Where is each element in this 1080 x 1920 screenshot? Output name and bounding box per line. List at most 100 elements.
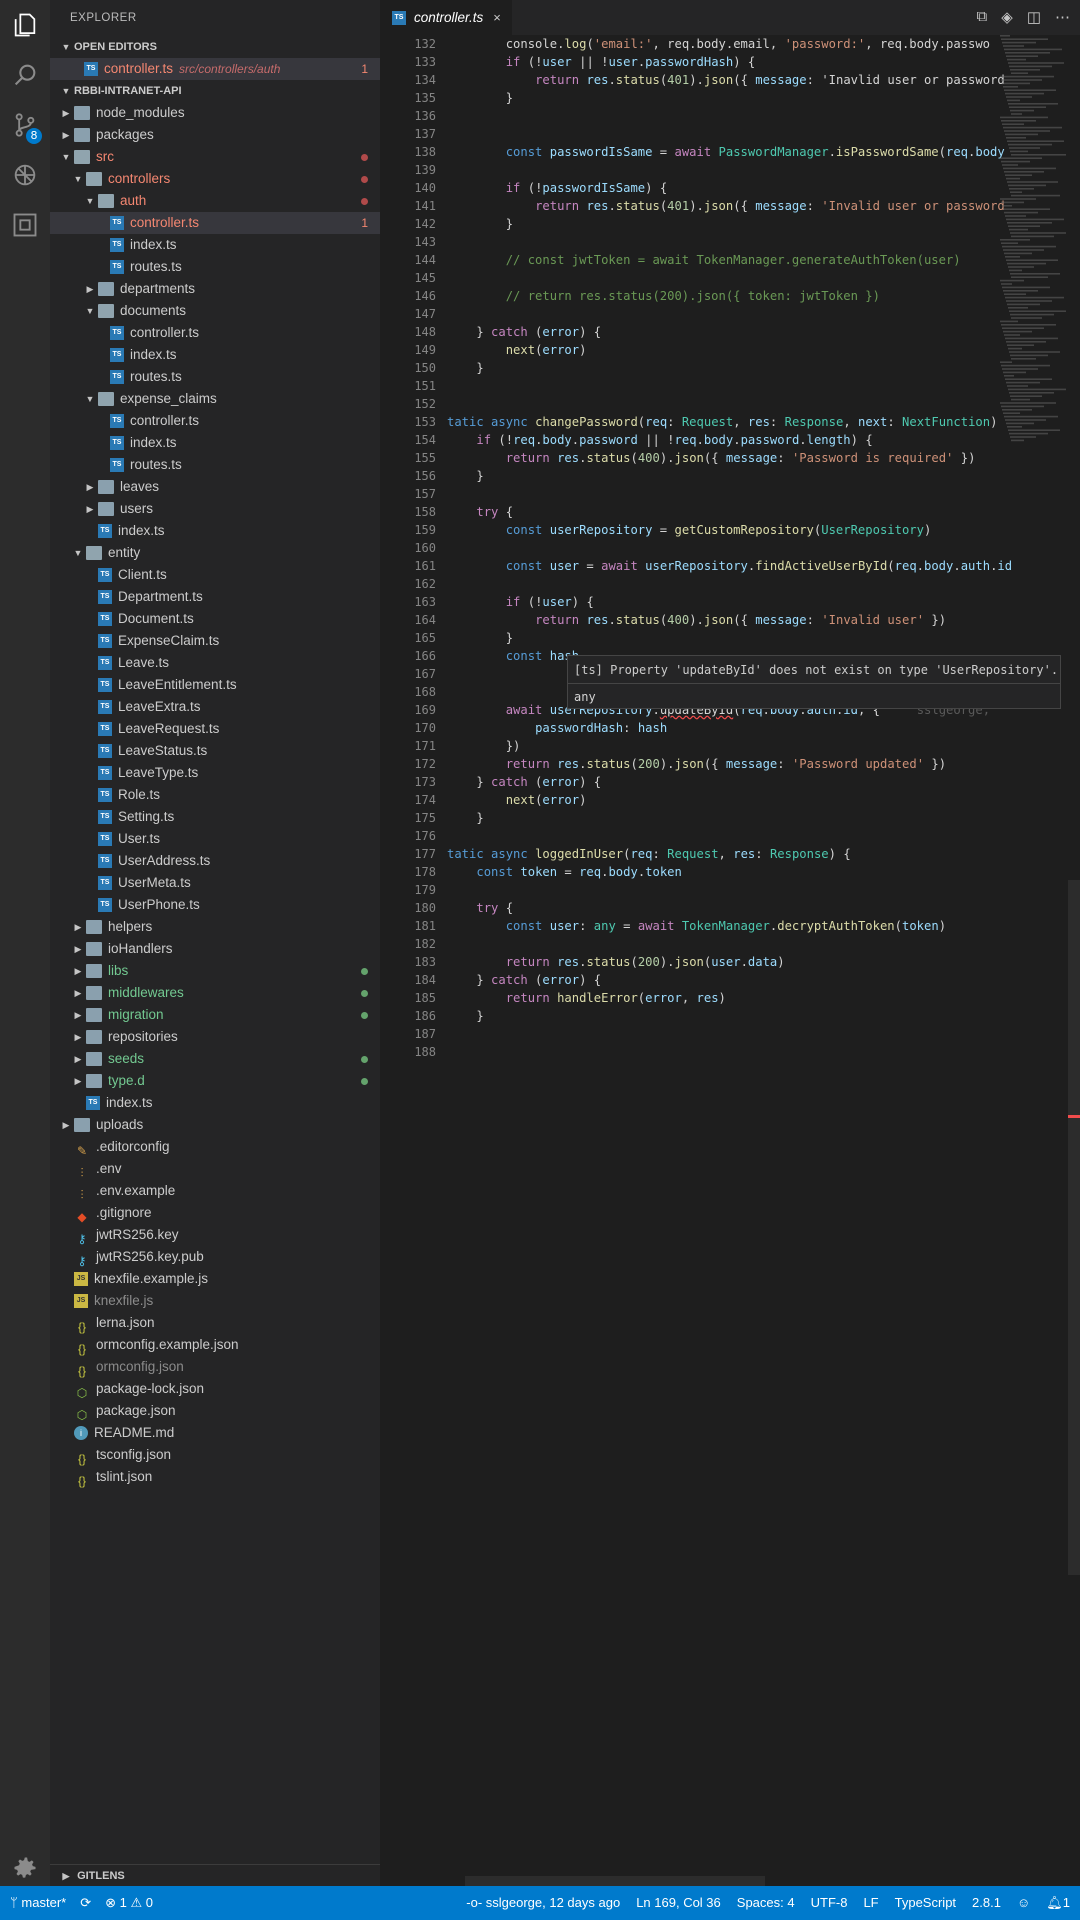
folder-item[interactable]: ▶ packages — [50, 124, 380, 146]
folder-item[interactable]: ▶ helpers — [50, 916, 380, 938]
files-icon[interactable] — [0, 0, 50, 50]
file-item[interactable]: TS LeaveRequest.ts — [50, 718, 380, 740]
folder-item[interactable]: ▶ seeds — [50, 1048, 380, 1070]
file-item[interactable]: TS routes.ts — [50, 454, 380, 476]
file-item[interactable]: ◆ .gitignore — [50, 1202, 380, 1224]
code-line[interactable]: tatic async changePassword(req: Request,… — [447, 413, 1067, 431]
file-item[interactable]: TS index.ts — [50, 1092, 380, 1114]
file-item[interactable]: {} ormconfig.example.json — [50, 1334, 380, 1356]
code-line[interactable]: return res.status(400).json({ message: '… — [447, 611, 1067, 629]
code-line[interactable]: console.log('email:', req.body.email, 'p… — [447, 35, 1067, 53]
notifications[interactable]: 🔔︎1 — [1046, 1895, 1070, 1911]
branch-indicator[interactable]: ᛘ master* — [10, 1895, 66, 1911]
file-item[interactable]: JS knexfile.js — [50, 1290, 380, 1312]
folder-item[interactable]: ▶ type.d — [50, 1070, 380, 1092]
code-line[interactable] — [447, 1043, 1067, 1061]
code-line[interactable] — [447, 305, 1067, 323]
file-item[interactable]: TS routes.ts — [50, 256, 380, 278]
folder-item[interactable]: ▼ controllers — [50, 168, 380, 190]
folder-item[interactable]: ▼ src — [50, 146, 380, 168]
folder-item[interactable]: ▶ middlewares — [50, 982, 380, 1004]
gitlens-header[interactable]: ▶ GITLENS — [50, 1864, 380, 1886]
code-line[interactable]: if (!user) { — [447, 593, 1067, 611]
smiley-feedback-icon[interactable]: ☺ — [1017, 1895, 1030, 1911]
file-item[interactable]: TS UserMeta.ts — [50, 872, 380, 894]
folder-item[interactable]: ▶ repositories — [50, 1026, 380, 1048]
code-line[interactable]: } — [447, 629, 1067, 647]
file-item[interactable]: i README.md — [50, 1422, 380, 1444]
file-item[interactable]: ⬡ package.json — [50, 1400, 380, 1422]
code-line[interactable] — [447, 233, 1067, 251]
code-line[interactable]: const user = await userRepository. findAc… — [447, 557, 1067, 575]
code-line[interactable] — [447, 1025, 1067, 1043]
debug-icon[interactable] — [0, 150, 50, 200]
file-item[interactable]: ⚷ jwtRS256.key.pub — [50, 1246, 380, 1268]
code-line[interactable]: } catch (error) { — [447, 773, 1067, 791]
cursor-position[interactable]: Ln 169, Col 36 — [636, 1895, 721, 1911]
code-line[interactable]: // const jwtToken = await TokenManager.g… — [447, 251, 1067, 269]
file-item[interactable]: {} tslint.json — [50, 1466, 380, 1488]
horizontal-scrollbar[interactable] — [465, 1876, 765, 1886]
file-item[interactable]: TS index.ts — [50, 234, 380, 256]
language-mode[interactable]: TypeScript — [895, 1895, 956, 1911]
code-line[interactable]: next(error) — [447, 341, 1067, 359]
minimap[interactable] — [998, 35, 1068, 455]
file-item[interactable]: TS controller.ts — [50, 322, 380, 344]
code-line[interactable]: try { — [447, 899, 1067, 917]
indentation[interactable]: Spaces: 4 — [737, 1895, 795, 1911]
file-item[interactable]: TS LeaveEntitlement.ts — [50, 674, 380, 696]
code-area[interactable]: console.log('email:', req.body.email, 'p… — [447, 35, 1067, 1061]
vertical-scrollbar[interactable] — [1068, 880, 1080, 1575]
folder-item[interactable]: ▼ entity — [50, 542, 380, 564]
code-line[interactable]: } — [447, 359, 1067, 377]
split-editor-icon[interactable]: ◫ — [1027, 8, 1041, 26]
file-item[interactable]: TS LeaveExtra.ts — [50, 696, 380, 718]
file-item[interactable]: TS Setting.ts — [50, 806, 380, 828]
tab-controller-ts[interactable]: TS controller.ts × — [380, 0, 512, 35]
file-item[interactable]: TS Role.ts — [50, 784, 380, 806]
code-line[interactable] — [447, 395, 1067, 413]
file-item[interactable]: TS routes.ts — [50, 366, 380, 388]
code-line[interactable]: return res.status(401).json({ message: '… — [447, 71, 1067, 89]
code-line[interactable]: } — [447, 467, 1067, 485]
code-line[interactable] — [447, 539, 1067, 557]
folder-item[interactable]: ▶ libs — [50, 960, 380, 982]
folder-item[interactable]: ▶ leaves — [50, 476, 380, 498]
more-actions-icon[interactable]: ⋯ — [1055, 8, 1070, 26]
code-line[interactable]: } — [447, 809, 1067, 827]
file-item[interactable]: TS LeaveStatus.ts — [50, 740, 380, 762]
folder-item[interactable]: ▶ migration — [50, 1004, 380, 1026]
code-line[interactable]: } — [447, 1007, 1067, 1025]
file-item[interactable]: {} ormconfig.json — [50, 1356, 380, 1378]
file-item[interactable]: TS User.ts — [50, 828, 380, 850]
file-item[interactable]: TS LeaveType.ts — [50, 762, 380, 784]
code-line[interactable]: if (!user || !user.passwordHash) { — [447, 53, 1067, 71]
code-line[interactable]: const userRepository = getCustomReposito… — [447, 521, 1067, 539]
extensions-icon[interactable] — [0, 200, 50, 250]
code-line[interactable] — [447, 269, 1067, 287]
code-line[interactable] — [447, 377, 1067, 395]
folder-item[interactable]: ▼ expense_claims — [50, 388, 380, 410]
search-icon[interactable] — [0, 50, 50, 100]
code-line[interactable]: if (!passwordIsSame) { — [447, 179, 1067, 197]
folder-item[interactable]: ▶ departments — [50, 278, 380, 300]
code-line[interactable] — [447, 107, 1067, 125]
file-item[interactable]: ⫶ .env — [50, 1158, 380, 1180]
encoding[interactable]: UTF-8 — [811, 1895, 848, 1911]
folder-item[interactable]: ▶ node_modules — [50, 102, 380, 124]
file-item[interactable]: ⫶ .env.example — [50, 1180, 380, 1202]
code-line[interactable]: }) — [447, 737, 1067, 755]
open-editor-item[interactable]: TS controller.ts src/controllers/auth 1 — [50, 58, 380, 80]
file-item[interactable]: ✎ .editorconfig — [50, 1136, 380, 1158]
code-line[interactable]: return res.status(200).json({ message: '… — [447, 755, 1067, 773]
code-line[interactable] — [447, 827, 1067, 845]
file-item[interactable]: TS UserAddress.ts — [50, 850, 380, 872]
code-line[interactable] — [447, 125, 1067, 143]
code-line[interactable]: tatic async loggedInUser(req: Request, r… — [447, 845, 1067, 863]
code-line[interactable]: // return res.status(200).json({ token: … — [447, 287, 1067, 305]
file-item[interactable]: TS index.ts — [50, 432, 380, 454]
line-ending[interactable]: LF — [863, 1895, 878, 1911]
folder-item[interactable]: ▼ auth — [50, 190, 380, 212]
code-editor[interactable]: 132 133 134 135 136 137 138 139 140 141 142 143 144 1… — [380, 35, 1080, 1886]
code-line[interactable] — [447, 161, 1067, 179]
